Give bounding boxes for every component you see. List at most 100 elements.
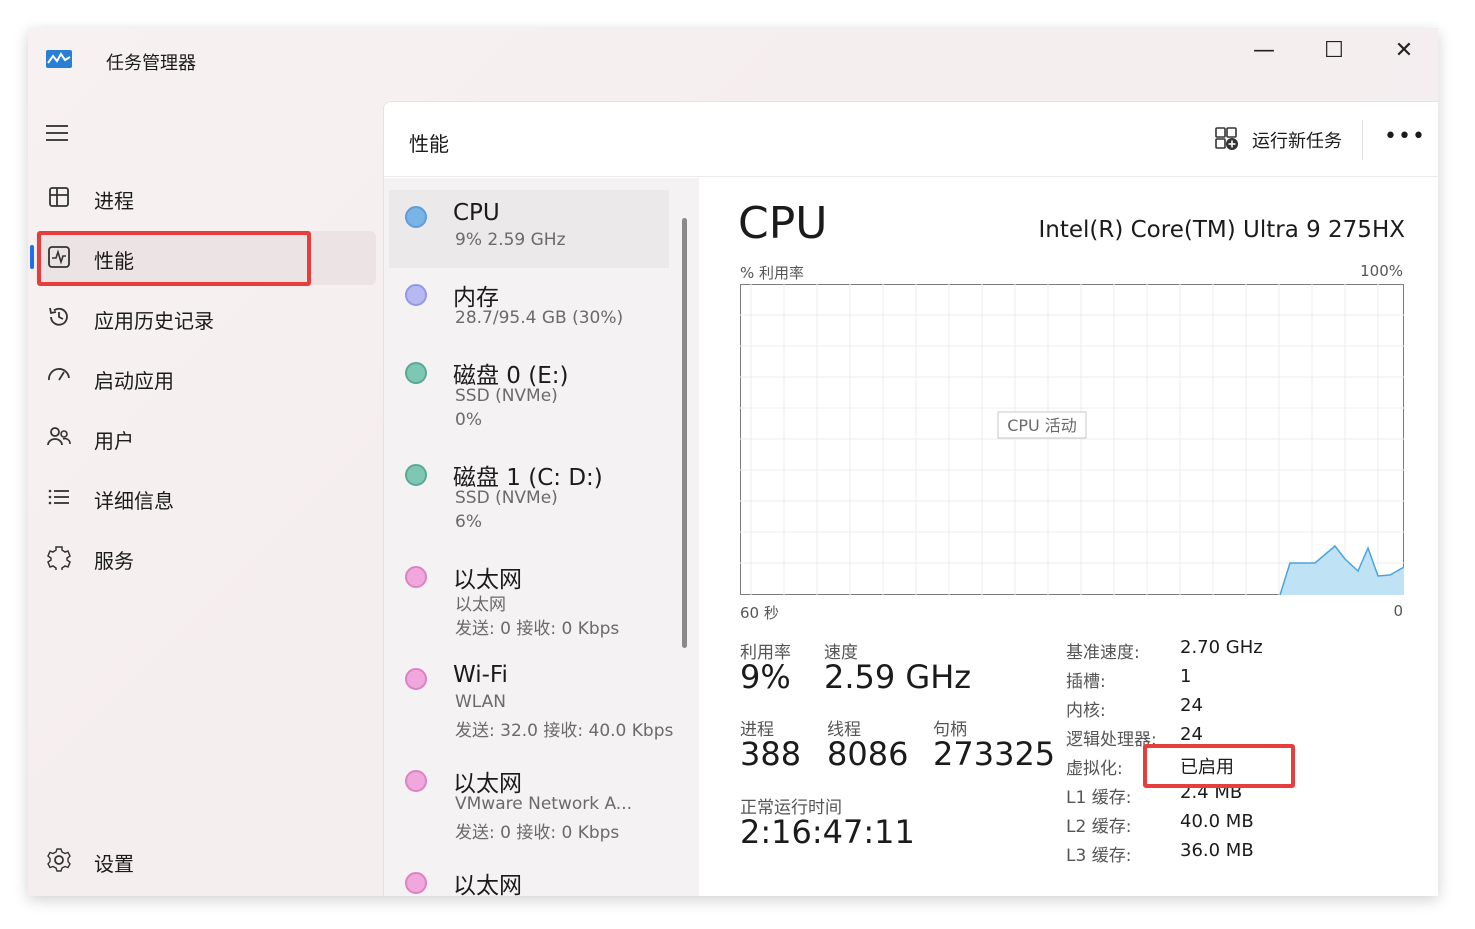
graph-x-right-label: 0 — [1393, 602, 1403, 620]
nav-item-label: 启动应用 — [94, 369, 174, 393]
nav-item-performance[interactable]: 性能 — [30, 231, 376, 285]
device-name: 内存 — [453, 285, 499, 311]
nav-item-startup[interactable]: 启动应用 — [36, 351, 376, 405]
nav-item-processes[interactable]: 进程 — [36, 171, 376, 225]
graph-y-label: % 利用率 — [740, 264, 805, 282]
device-detail: SSD (NVMe) — [455, 488, 558, 508]
uptime-value: 2:16:47:11 — [740, 813, 915, 851]
cpu-model-name: Intel(R) Core(TM) Ultra 9 275HX — [1038, 217, 1405, 243]
task-manager-app-icon — [46, 50, 72, 68]
device-item-disk1[interactable]: 磁盘 1 (C: D:) SSD (NVMe) 6% — [389, 450, 669, 550]
disk-color-dot — [405, 362, 427, 384]
spec-key: 逻辑处理器: — [1066, 730, 1157, 750]
cpu-color-dot — [405, 206, 427, 228]
device-detail: 以太网 — [455, 595, 506, 615]
spec-value: 40.0 MB — [1180, 811, 1254, 832]
graph-y-max: 100% — [1360, 262, 1403, 280]
spec-key: 插槽: — [1066, 672, 1106, 692]
header-divider — [1362, 120, 1363, 160]
spec-value: 2.70 GHz — [1180, 637, 1263, 658]
detail-title: CPU — [738, 198, 828, 249]
nav-item-app-history[interactable]: 应用历史记录 — [36, 291, 376, 345]
nav-item-label: 进程 — [94, 189, 134, 213]
more-options-button[interactable]: ••• — [1384, 124, 1425, 154]
device-detail: SSD (NVMe) — [455, 386, 558, 406]
spec-value: 24 — [1180, 724, 1203, 745]
disk-color-dot — [405, 464, 427, 486]
device-item-memory[interactable]: 内存 28.7/95.4 GB (30%) — [389, 270, 669, 348]
task-manager-window: 任务管理器 — ☐ ✕ 进程 性能 应用历史记录 启动应用 用户 详细信息 服务… — [28, 28, 1438, 896]
device-name: CPU — [453, 200, 500, 226]
network-color-dot — [405, 566, 427, 588]
graph-x-left-label: 60 秒 — [740, 604, 779, 622]
device-name: 以太网 — [453, 567, 522, 593]
device-throughput: 发送: 0 接收: 0 Kbps — [455, 619, 620, 639]
device-name: 磁盘 1 (C: D:) — [453, 465, 603, 491]
threads-value: 8086 — [827, 735, 909, 773]
page-title: 性能 — [409, 132, 449, 156]
spec-value: 36.0 MB — [1180, 840, 1254, 861]
spec-value: 1 — [1180, 666, 1192, 687]
details-icon — [48, 489, 69, 505]
services-icon — [47, 546, 71, 570]
startup-icon — [48, 368, 70, 381]
close-button[interactable]: ✕ — [1381, 34, 1427, 68]
utilization-value: 9% — [740, 658, 791, 696]
nav-item-users[interactable]: 用户 — [36, 411, 376, 465]
memory-color-dot — [405, 284, 427, 306]
device-detail: 9% 2.59 GHz — [455, 230, 566, 250]
spec-key: 基准速度: — [1066, 643, 1140, 663]
device-list: CPU 9% 2.59 GHz 内存 28.7/95.4 GB (30%) 磁盘… — [384, 178, 699, 896]
device-item-cpu[interactable]: CPU 9% 2.59 GHz — [389, 190, 669, 268]
device-list-scrollbar[interactable] — [682, 218, 687, 648]
nav-item-label: 应用历史记录 — [94, 309, 214, 333]
spec-key: 内核: — [1066, 701, 1106, 721]
spec-key: L1 缓存: — [1066, 788, 1132, 808]
device-throughput: 发送: 0 接收: 0 Kbps — [455, 823, 620, 843]
settings-gear-icon — [47, 848, 71, 872]
device-name: 以太网 — [453, 771, 522, 797]
device-item-ethernet-2[interactable]: 以太网 — [389, 858, 669, 896]
nav-item-details[interactable]: 详细信息 — [36, 471, 376, 525]
nav-item-label: 详细信息 — [94, 489, 174, 513]
speed-value: 2.59 GHz — [824, 658, 972, 696]
active-indicator — [30, 245, 34, 269]
cpu-utilization-graph: CPU 活动 — [740, 284, 1404, 595]
device-detail: WLAN — [455, 692, 507, 712]
hamburger-menu-icon[interactable] — [46, 120, 72, 148]
history-icon — [49, 307, 68, 326]
performance-panel: 性能 运行新任务 ••• CPU 9% 2.59 GHz 内存 28.7/95.… — [383, 101, 1438, 896]
performance-icon — [48, 246, 70, 268]
spec-key: L3 缓存: — [1066, 846, 1132, 866]
device-item-vmware-ethernet[interactable]: 以太网 VMware Network A... 发送: 0 接收: 0 Kbps — [389, 756, 669, 856]
device-name: 磁盘 0 (E:) — [453, 363, 569, 389]
users-icon — [47, 427, 71, 446]
maximize-button[interactable]: ☐ — [1311, 34, 1357, 68]
nav-item-label: 性能 — [94, 249, 134, 273]
device-item-disk0[interactable]: 磁盘 0 (E:) SSD (NVMe) 0% — [389, 348, 669, 448]
nav-item-label: 用户 — [94, 429, 134, 453]
graph-tooltip: CPU 活动 — [1007, 416, 1077, 435]
device-usage: 6% — [455, 512, 482, 532]
device-item-wifi[interactable]: Wi-Fi WLAN 发送: 32.0 接收: 40.0 Kbps — [389, 654, 673, 754]
run-new-task-label: 运行新任务 — [1252, 131, 1342, 152]
device-name: Wi-Fi — [453, 662, 508, 688]
device-name: 以太网 — [453, 873, 522, 896]
nav-item-services[interactable]: 服务 — [36, 531, 376, 585]
handles-value: 273325 — [933, 735, 1056, 773]
app-title: 任务管理器 — [106, 53, 196, 74]
minimize-button[interactable]: — — [1241, 34, 1287, 68]
spec-value: 24 — [1180, 695, 1203, 716]
device-detail: 28.7/95.4 GB (30%) — [455, 308, 624, 328]
processes-icon — [49, 187, 69, 207]
device-item-ethernet[interactable]: 以太网 以太网 发送: 0 接收: 0 Kbps — [389, 552, 669, 652]
run-task-icon — [1215, 127, 1238, 150]
panel-header: 性能 运行新任务 ••• — [384, 102, 1438, 177]
spec-key: L2 缓存: — [1066, 817, 1132, 837]
nav-item-settings[interactable]: 设置 — [36, 834, 376, 888]
cpu-detail-pane: CPU Intel(R) Core(TM) Ultra 9 275HX % 利用… — [699, 178, 1438, 896]
device-throughput: 发送: 32.0 接收: 40.0 Kbps — [455, 721, 674, 741]
network-color-dot — [405, 770, 427, 792]
spec-value: 2.4 MB — [1180, 782, 1243, 803]
device-usage: 0% — [455, 410, 482, 430]
